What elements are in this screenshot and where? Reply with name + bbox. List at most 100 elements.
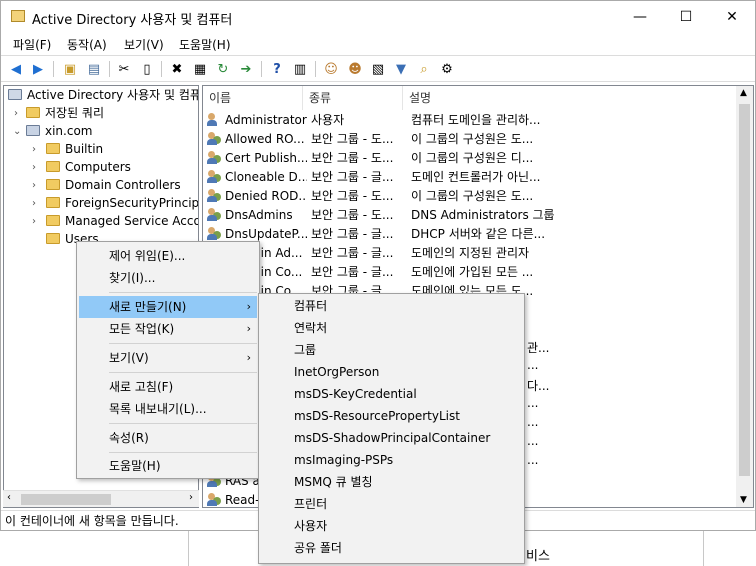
tree-item-domain[interactable]: xin.com	[26, 122, 92, 140]
list-vertical-scrollbar[interactable]: ▲ ▼	[736, 86, 753, 507]
window-title: Active Directory 사용자 및 컴퓨터	[32, 13, 233, 28]
chevron-right-icon[interactable]: ›	[32, 180, 36, 191]
submenu-item-group[interactable]: 그룹	[261, 339, 521, 361]
back-icon[interactable]: ◀	[7, 60, 25, 78]
table-row[interactable]: Cert Publish... 보안 그룹 - 도... 이 그룹의 구성원은 …	[203, 149, 737, 168]
show-tree-icon[interactable]: ▤	[85, 60, 103, 78]
filter-icon[interactable]: ▼	[392, 60, 410, 78]
new-ou-icon[interactable]: ▧	[369, 60, 387, 78]
tree-root[interactable]: Active Directory 사용자 및 컴퓨	[8, 86, 198, 104]
chevron-down-icon[interactable]: ⌄	[13, 126, 21, 137]
partial-text: ...	[527, 434, 539, 448]
tree-horizontal-scrollbar[interactable]: ‹ ›	[3, 490, 199, 507]
submenu-item-computer[interactable]: 컴퓨터	[261, 295, 521, 317]
menu-item-help[interactable]: 도움말(H)	[79, 455, 257, 477]
tree-item-builtin[interactable]: Builtin	[46, 140, 103, 158]
console-icon[interactable]: ▥	[291, 60, 309, 78]
table-row[interactable]: Denied ROD... 보안 그룹 - 도... 이 그룹의 구성원은 도.…	[203, 187, 737, 206]
tree-item-label: Managed Service Accou	[65, 214, 199, 228]
folder-icon	[46, 215, 60, 226]
tree-item-label: Computers	[65, 160, 131, 174]
submenu-item-inetorgperson[interactable]: InetOrgPerson	[261, 361, 521, 383]
menu-item-refresh[interactable]: 새로 고침(F)	[79, 376, 257, 398]
minimize-button[interactable]: —	[617, 1, 663, 33]
submenu-item-user[interactable]: 사용자	[261, 515, 521, 537]
up-folder-icon[interactable]: ▣	[61, 60, 79, 78]
new-user-icon[interactable]: ☺	[322, 60, 340, 78]
scroll-up-icon[interactable]: ▲	[740, 88, 747, 98]
menu-item-properties[interactable]: 속성(R)	[79, 427, 257, 449]
find-icon[interactable]: ⌕	[415, 60, 433, 78]
menu-help[interactable]: 도움말(H)	[179, 36, 231, 53]
group-icon	[207, 227, 222, 240]
scroll-down-icon[interactable]: ▼	[740, 495, 747, 505]
toolbar-separator	[261, 61, 262, 77]
chevron-right-icon[interactable]: ›	[32, 144, 36, 155]
chevron-right-icon[interactable]: ›	[32, 216, 36, 227]
background-text: 비스	[526, 549, 550, 564]
help-icon[interactable]: ?	[268, 60, 286, 78]
table-row[interactable]: Domain Ad... 보안 그룹 - 글... 도메인의 지정된 관리자	[203, 244, 737, 263]
tree-item-saved-queries[interactable]: 저장된 쿼리	[26, 104, 104, 122]
submenu-arrow-icon: ›	[246, 322, 251, 335]
menu-item-export-list[interactable]: 목록 내보내기(L)...	[79, 398, 257, 420]
properties-icon[interactable]: ▦	[191, 60, 209, 78]
add-to-group-icon[interactable]: ⚙	[438, 60, 456, 78]
menu-view[interactable]: 보기(V)	[124, 36, 164, 53]
table-row[interactable]: Allowed RO... 보안 그룹 - 도... 이 그룹의 구성원은 도.…	[203, 130, 737, 149]
copy-icon[interactable]: ▯	[138, 60, 156, 78]
close-button[interactable]: ✕	[709, 1, 755, 33]
tree-item-domain-controllers[interactable]: Domain Controllers	[46, 176, 181, 194]
submenu-item-resourcepropertylist[interactable]: msDS-ResourcePropertyList	[261, 405, 521, 427]
chevron-right-icon[interactable]: ›	[32, 198, 36, 209]
menu-action[interactable]: 동작(A)	[67, 36, 107, 53]
submenu-item-shared-folder[interactable]: 공유 폴더	[261, 537, 521, 559]
submenu-arrow-icon: ›	[246, 300, 251, 313]
row-type: 보안 그룹 - 글...	[311, 265, 394, 279]
menu-item-view[interactable]: 보기(V) ›	[79, 347, 257, 369]
menu-file[interactable]: 파일(F)	[13, 36, 51, 53]
tree-item-label: ForeignSecurityPrincipal	[65, 196, 199, 210]
chevron-right-icon[interactable]: ›	[14, 108, 18, 119]
folder-icon	[46, 161, 60, 172]
forward-icon[interactable]: ▶	[29, 60, 47, 78]
export-icon[interactable]: ➔	[237, 60, 255, 78]
tree-item-managed-service[interactable]: Managed Service Accou	[46, 212, 199, 230]
column-header-description[interactable]: 설명	[403, 86, 737, 110]
tree-item-foreign-security[interactable]: ForeignSecurityPrincipal	[46, 194, 199, 212]
tree-item-label: Builtin	[65, 142, 104, 156]
table-row[interactable]: DnsUpdateP... 보안 그룹 - 글... DHCP 서버와 같은 다…	[203, 225, 737, 244]
table-row[interactable]: Domain Co... 보안 그룹 - 글... 도메인에 가입된 모든 ..…	[203, 263, 737, 282]
maximize-button[interactable]: ☐	[663, 1, 709, 33]
submenu-item-keycredential[interactable]: msDS-KeyCredential	[261, 383, 521, 405]
scroll-right-icon[interactable]: ›	[189, 492, 193, 503]
row-type: 보안 그룹 - 글...	[311, 170, 394, 184]
table-row[interactable]: DnsAdmins 보안 그룹 - 도... DNS Administrator…	[203, 206, 737, 225]
submenu-item-imaging-psps[interactable]: msImaging-PSPs	[261, 449, 521, 471]
table-row[interactable]: Cloneable D... 보안 그룹 - 글... 도메인 컨트롤러가 아닌…	[203, 168, 737, 187]
column-header-type[interactable]: 종류	[303, 86, 403, 110]
group-icon	[207, 132, 222, 145]
menu-item-all-tasks[interactable]: 모든 작업(K) ›	[79, 318, 257, 340]
scroll-thumb[interactable]	[21, 494, 111, 505]
tree-item-computers[interactable]: Computers	[46, 158, 131, 176]
submenu-item-msmq-alias[interactable]: MSMQ 큐 별칭	[261, 471, 521, 493]
menu-item-delegate-control[interactable]: 제어 위임(E)...	[79, 245, 257, 267]
column-header-name[interactable]: 이름	[203, 86, 303, 110]
refresh-icon[interactable]: ↻	[214, 60, 232, 78]
table-row[interactable]: Administrator 사용자 컴퓨터 도메인을 관리하...	[203, 111, 737, 130]
scroll-left-icon[interactable]: ‹	[7, 492, 11, 503]
submenu-item-printer[interactable]: 프린터	[261, 493, 521, 515]
scroll-thumb[interactable]	[739, 104, 750, 476]
submenu-item-contact[interactable]: 연락처	[261, 317, 521, 339]
submenu-item-shadowprincipalcontainer[interactable]: msDS-ShadowPrincipalContainer	[261, 427, 521, 449]
delete-icon[interactable]: ✖	[168, 60, 186, 78]
cut-icon[interactable]: ✂	[115, 60, 133, 78]
chevron-right-icon[interactable]: ›	[32, 162, 36, 173]
row-desc: 이 그룹의 구성원은 도...	[411, 189, 534, 203]
row-desc: 이 그룹의 구성원은 디...	[411, 151, 534, 165]
row-type: 보안 그룹 - 도...	[311, 151, 394, 165]
menu-item-new[interactable]: 새로 만들기(N) ›	[79, 296, 257, 318]
new-group-icon[interactable]: ☻	[346, 60, 364, 78]
menu-item-find[interactable]: 찾기(I)...	[79, 267, 257, 289]
